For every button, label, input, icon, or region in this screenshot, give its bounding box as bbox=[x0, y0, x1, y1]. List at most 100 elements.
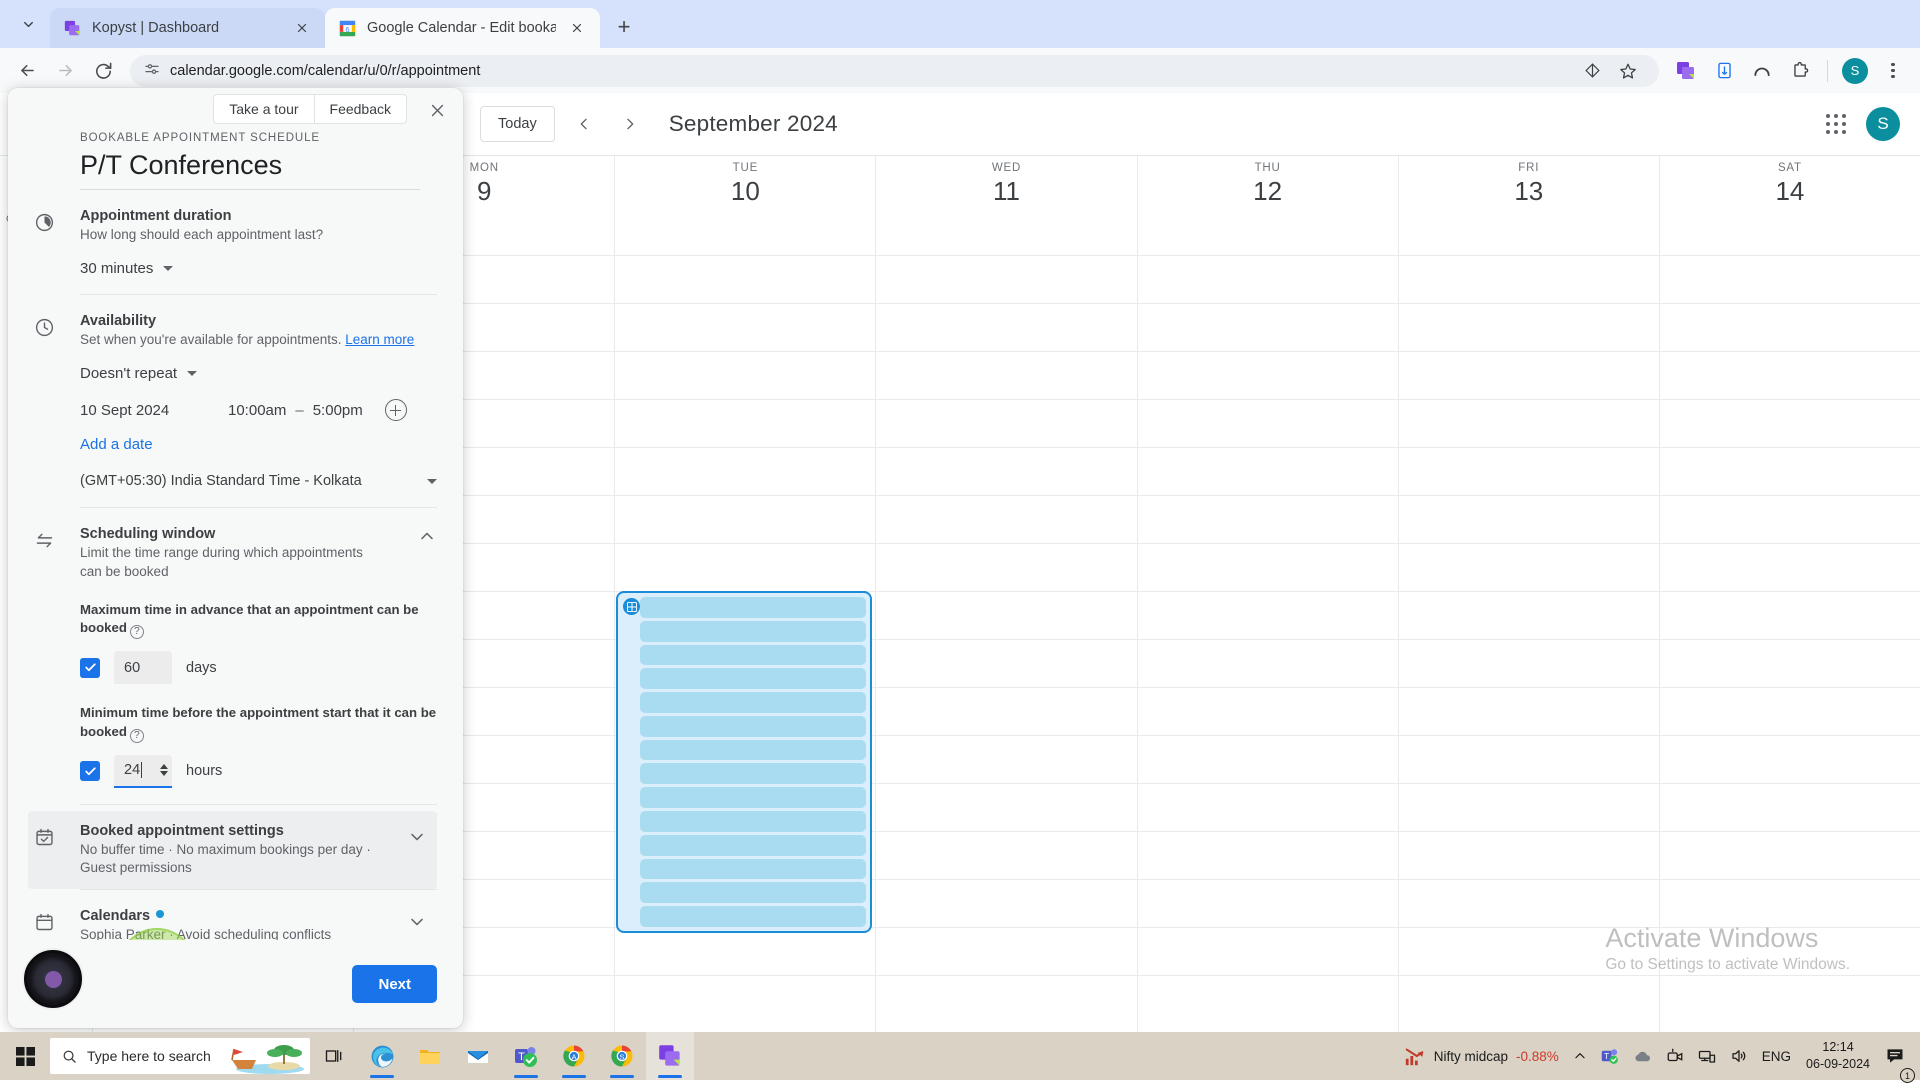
day-column-header[interactable]: TUE 10 bbox=[614, 156, 875, 229]
teams-tray-icon[interactable]: T bbox=[1594, 1032, 1626, 1080]
close-icon[interactable] bbox=[421, 94, 453, 126]
duration-value: 30 minutes bbox=[80, 260, 153, 277]
appointment-slot[interactable] bbox=[640, 597, 866, 618]
start-button-icon[interactable] bbox=[0, 1032, 50, 1080]
browser-tab-google-calendar[interactable]: 6 Google Calendar - Edit bookab bbox=[325, 8, 600, 48]
file-explorer-icon[interactable] bbox=[406, 1032, 454, 1080]
chrome-profile-s-icon[interactable]: S bbox=[598, 1032, 646, 1080]
language-indicator[interactable]: ENG bbox=[1755, 1032, 1798, 1080]
forward-icon[interactable] bbox=[48, 54, 82, 88]
address-bar[interactable]: calendar.google.com/calendar/u/0/r/appoi… bbox=[130, 55, 1659, 87]
appointment-slot[interactable] bbox=[640, 787, 866, 808]
screen-recorder-tray-icon[interactable] bbox=[1659, 1032, 1691, 1080]
appointment-slot[interactable] bbox=[640, 621, 866, 642]
max-advance-checkbox[interactable] bbox=[80, 658, 100, 678]
appointment-slot[interactable] bbox=[640, 882, 866, 903]
extensions-puzzle-icon[interactable] bbox=[1783, 54, 1817, 88]
search-input[interactable]: Type here to search bbox=[50, 1038, 310, 1074]
calendars-section[interactable]: Calendars Sophia Parker · Avoid scheduli… bbox=[34, 896, 437, 940]
next-period-icon[interactable] bbox=[613, 107, 647, 141]
chrome-profile-a-icon[interactable]: A bbox=[550, 1032, 598, 1080]
google-apps-grid-icon[interactable] bbox=[1826, 114, 1846, 134]
day-column-header[interactable]: FRI 13 bbox=[1398, 156, 1659, 229]
feedback-button[interactable]: Feedback bbox=[314, 94, 407, 124]
profile-avatar[interactable]: S bbox=[1838, 54, 1872, 88]
reload-icon[interactable] bbox=[86, 54, 120, 88]
new-tab-button[interactable]: + bbox=[606, 9, 642, 45]
collapse-scheduling-window-icon[interactable] bbox=[417, 526, 437, 546]
help-icon[interactable]: ? bbox=[130, 729, 144, 743]
day-column-header[interactable]: WED 11 bbox=[875, 156, 1136, 229]
clock[interactable]: 12:14 06-09-2024 bbox=[1798, 1039, 1878, 1073]
appointment-slot[interactable] bbox=[640, 740, 866, 761]
help-icon[interactable]: ? bbox=[130, 625, 144, 639]
take-a-tour-button[interactable]: Take a tour bbox=[213, 94, 313, 124]
today-button[interactable]: Today bbox=[480, 106, 555, 142]
booked-appointment-settings-section[interactable]: Booked appointment settings No buffer ti… bbox=[28, 811, 437, 889]
mail-icon[interactable] bbox=[454, 1032, 502, 1080]
timezone-select[interactable]: (GMT+05:30) India Standard Time - Kolkat… bbox=[80, 473, 437, 507]
schedule-title-input[interactable] bbox=[80, 150, 420, 190]
browser-tab-kopyst[interactable]: Kopyst | Dashboard bbox=[50, 8, 325, 48]
max-advance-days-input[interactable]: 60 bbox=[114, 651, 172, 684]
previous-period-icon[interactable] bbox=[567, 107, 601, 141]
appointment-slot[interactable] bbox=[640, 763, 866, 784]
add-time-range-icon[interactable] bbox=[385, 399, 407, 421]
appointment-slot[interactable] bbox=[640, 906, 866, 927]
reading-mode-icon[interactable] bbox=[1707, 54, 1741, 88]
next-button[interactable]: Next bbox=[352, 965, 437, 1003]
availability-end-time[interactable]: 5:00pm bbox=[313, 402, 363, 419]
stepper-up-icon[interactable] bbox=[160, 764, 168, 769]
volume-icon[interactable] bbox=[1723, 1032, 1755, 1080]
appointment-slot[interactable] bbox=[640, 811, 866, 832]
site-settings-icon[interactable] bbox=[144, 61, 160, 81]
min-notice-hours-input[interactable]: 24 bbox=[114, 755, 172, 788]
notifications-button[interactable]: 1 bbox=[1878, 1032, 1912, 1080]
microsoft-teams-icon[interactable]: T bbox=[502, 1032, 550, 1080]
show-hidden-icons-chevron-up-icon[interactable] bbox=[1566, 1032, 1594, 1080]
appointment-slot[interactable] bbox=[640, 645, 866, 666]
min-notice-checkbox[interactable] bbox=[80, 761, 100, 781]
min-notice-stepper[interactable] bbox=[160, 764, 168, 776]
day-column-line bbox=[614, 229, 615, 1032]
screen-recorder-widget[interactable] bbox=[22, 948, 84, 1010]
close-icon[interactable] bbox=[566, 17, 588, 39]
expand-booked-settings-icon[interactable] bbox=[407, 827, 427, 847]
svg-text:S: S bbox=[619, 1053, 624, 1062]
add-a-date-link[interactable]: Add a date bbox=[80, 436, 153, 453]
duration-select[interactable]: 30 minutes bbox=[80, 260, 173, 277]
stepper-down-icon[interactable] bbox=[160, 771, 168, 776]
learn-more-link[interactable]: Learn more bbox=[345, 332, 414, 347]
repeat-select[interactable]: Doesn't repeat bbox=[80, 365, 197, 382]
onedrive-cloud-icon[interactable] bbox=[1626, 1032, 1659, 1080]
kopyst-app-icon[interactable] bbox=[646, 1032, 694, 1080]
day-column-header[interactable]: THU 12 bbox=[1137, 156, 1398, 229]
availability-start-time[interactable]: 10:00am bbox=[228, 402, 286, 419]
expand-calendars-icon[interactable] bbox=[407, 912, 427, 932]
back-icon[interactable] bbox=[10, 54, 44, 88]
split-view-icon[interactable] bbox=[1575, 54, 1609, 88]
appointment-schedule-block[interactable] bbox=[616, 591, 872, 933]
network-icon[interactable] bbox=[1691, 1032, 1723, 1080]
task-view-icon[interactable] bbox=[310, 1032, 358, 1080]
arc-extension-icon[interactable] bbox=[1745, 54, 1779, 88]
windows-taskbar: Type here to search bbox=[0, 1032, 1920, 1080]
close-icon[interactable] bbox=[291, 17, 313, 39]
time-range-dash: – bbox=[295, 402, 303, 419]
day-column-header[interactable]: SAT 14 bbox=[1659, 156, 1920, 229]
day-number: 11 bbox=[993, 176, 1020, 207]
appointment-slot[interactable] bbox=[640, 668, 866, 689]
activate-windows-watermark: Activate Windows Go to Settings to activ… bbox=[1605, 922, 1850, 974]
microsoft-edge-icon[interactable] bbox=[358, 1032, 406, 1080]
tab-search-chevron-down-icon[interactable] bbox=[6, 4, 50, 44]
appointment-slot[interactable] bbox=[640, 716, 866, 737]
availability-date[interactable]: 10 Sept 2024 bbox=[80, 402, 228, 419]
chrome-menu-icon[interactable] bbox=[1876, 54, 1910, 88]
appointment-slot[interactable] bbox=[640, 859, 866, 880]
account-avatar[interactable]: S bbox=[1866, 107, 1900, 141]
appointment-slot[interactable] bbox=[640, 835, 866, 856]
appointment-slot[interactable] bbox=[640, 692, 866, 713]
stock-ticker[interactable]: Nifty midcap -0.88% bbox=[1397, 1032, 1566, 1080]
bookmark-star-icon[interactable] bbox=[1611, 54, 1645, 88]
kopyst-extension-icon[interactable] bbox=[1669, 54, 1703, 88]
